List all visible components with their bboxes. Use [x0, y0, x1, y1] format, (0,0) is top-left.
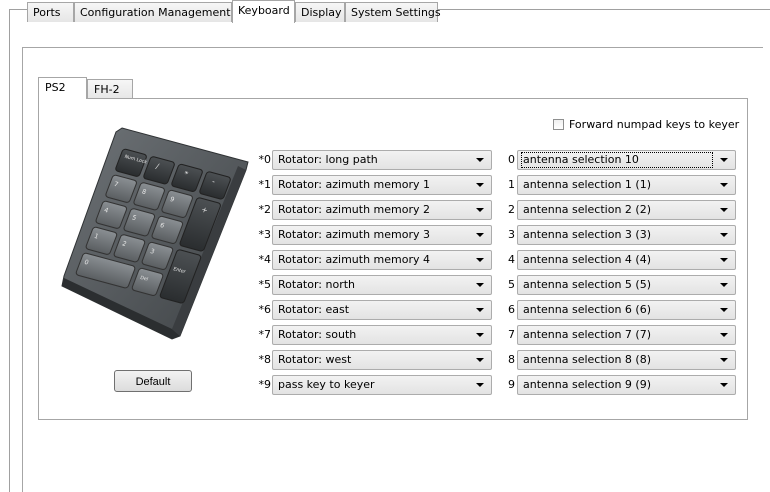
numeric-keypad-image: Num Lock / * - 7 8 9 + 4 5 6 1 2 3 Enter…: [61, 127, 249, 340]
tab-fh2[interactable]: FH-2: [87, 79, 133, 99]
right-key-mapping-label: 3: [508, 228, 515, 241]
left-key-mapping-dropdown-value: Rotator: azimuth memory 4: [278, 253, 431, 266]
left-key-mapping-label: *5: [258, 278, 272, 291]
left-key-mapping-dropdown[interactable]: Rotator: west: [272, 350, 492, 370]
right-key-mapping-label: 2: [508, 203, 515, 216]
right-key-mapping-dropdown-value: antenna selection 7 (7): [523, 328, 651, 341]
left-key-mapping-label: *8: [258, 353, 272, 366]
right-key-mapping-dropdown-value: antenna selection 3 (3): [523, 228, 651, 241]
chevron-down-icon: [720, 258, 728, 262]
chevron-down-icon: [720, 158, 728, 162]
left-key-mapping-dropdown[interactable]: Rotator: azimuth memory 4: [272, 250, 492, 270]
right-key-mapping-dropdown[interactable]: antenna selection 9 (9): [517, 375, 736, 395]
left-key-mapping-dropdown[interactable]: Rotator: south: [272, 325, 492, 345]
chevron-down-icon: [720, 333, 728, 337]
right-key-mapping-label: 9: [508, 378, 515, 391]
tab-ports[interactable]: Ports: [27, 2, 74, 22]
right-key-mapping-label: 0: [508, 153, 515, 166]
left-key-mapping-label: *2: [258, 203, 272, 216]
right-key-mapping-dropdown[interactable]: antenna selection 8 (8): [517, 350, 736, 370]
left-key-mapping-dropdown-value: Rotator: east: [278, 303, 350, 316]
left-key-mapping-label: *7: [258, 328, 272, 341]
left-key-mapping-dropdown[interactable]: Rotator: azimuth memory 3: [272, 225, 492, 245]
chevron-down-icon: [476, 283, 484, 287]
left-key-mapping-dropdown[interactable]: Rotator: azimuth memory 2: [272, 200, 492, 220]
right-key-mapping-dropdown-value: antenna selection 10: [521, 152, 713, 168]
right-key-mapping-dropdown-value: antenna selection 8 (8): [523, 353, 651, 366]
left-key-mapping-dropdown-value: Rotator: long path: [278, 153, 378, 166]
right-key-mapping-dropdown-value: antenna selection 6 (6): [523, 303, 651, 316]
tab-keyboard[interactable]: Keyboard: [232, 0, 295, 23]
chevron-down-icon: [476, 258, 484, 262]
left-key-mapping-label: *1: [258, 178, 272, 191]
tab-configuration-management[interactable]: Configuration Management: [74, 2, 232, 22]
right-key-mapping-label: 5: [508, 278, 515, 291]
left-key-mapping-label: *6: [258, 303, 272, 316]
chevron-down-icon: [720, 208, 728, 212]
left-key-mapping-dropdown-value: Rotator: south: [278, 328, 357, 341]
chevron-down-icon: [476, 333, 484, 337]
chevron-down-icon: [476, 233, 484, 237]
chevron-down-icon: [720, 308, 728, 312]
right-key-mapping-dropdown-value: antenna selection 9 (9): [523, 378, 651, 391]
chevron-down-icon: [720, 233, 728, 237]
right-key-mapping-dropdown[interactable]: antenna selection 2 (2): [517, 200, 736, 220]
tab-system-settings[interactable]: System Settings: [345, 2, 441, 22]
left-key-mapping-label: *3: [258, 228, 272, 241]
right-key-mapping-dropdown[interactable]: antenna selection 4 (4): [517, 250, 736, 270]
chevron-down-icon: [476, 383, 484, 387]
right-key-mapping-dropdown[interactable]: antenna selection 5 (5): [517, 275, 736, 295]
right-key-mapping-dropdown[interactable]: antenna selection 6 (6): [517, 300, 736, 320]
right-key-mapping-dropdown-value: antenna selection 4 (4): [523, 253, 651, 266]
left-key-mapping-dropdown-value: Rotator: azimuth memory 2: [278, 203, 431, 216]
left-key-mapping-dropdown-value: pass key to keyer: [278, 378, 375, 391]
left-key-mapping-dropdown[interactable]: Rotator: north: [272, 275, 492, 295]
left-key-mapping-dropdown-value: Rotator: west: [278, 353, 352, 366]
right-key-mapping-label: 6: [508, 303, 515, 316]
left-key-mapping-dropdown[interactable]: Rotator: long path: [272, 150, 492, 170]
chevron-down-icon: [476, 183, 484, 187]
right-key-mapping-label: 1: [508, 178, 515, 191]
left-key-mapping-label: *0: [258, 153, 272, 166]
chevron-down-icon: [720, 358, 728, 362]
left-key-mapping-label: *9: [258, 378, 272, 391]
forward-numpad-label: Forward numpad keys to keyer: [569, 118, 740, 131]
right-key-mapping-dropdown-value: antenna selection 1 (1): [523, 178, 651, 191]
chevron-down-icon: [476, 158, 484, 162]
right-key-mapping-label: 7: [508, 328, 515, 341]
left-key-mapping-dropdown-value: Rotator: north: [278, 278, 356, 291]
right-key-mapping-dropdown-value: antenna selection 5 (5): [523, 278, 651, 291]
left-key-mapping-dropdown-value: Rotator: azimuth memory 1: [278, 178, 431, 191]
right-key-mapping-label: 4: [508, 253, 515, 266]
left-key-mapping-dropdown[interactable]: Rotator: azimuth memory 1: [272, 175, 492, 195]
chevron-down-icon: [476, 358, 484, 362]
right-key-mapping-dropdown[interactable]: antenna selection 3 (3): [517, 225, 736, 245]
left-key-mapping-dropdown[interactable]: pass key to keyer: [272, 375, 492, 395]
chevron-down-icon: [720, 383, 728, 387]
right-key-mapping-dropdown[interactable]: antenna selection 1 (1): [517, 175, 736, 195]
right-key-mapping-dropdown[interactable]: antenna selection 10: [517, 150, 736, 170]
tab-display[interactable]: Display: [295, 2, 345, 22]
left-key-mapping-dropdown-value: Rotator: azimuth memory 3: [278, 228, 431, 241]
default-button[interactable]: Default: [114, 370, 192, 392]
right-key-mapping-dropdown-value: antenna selection 2 (2): [523, 203, 651, 216]
tab-ps2[interactable]: PS2: [38, 77, 87, 99]
left-key-mapping-label: *4: [258, 253, 272, 266]
right-key-mapping-dropdown[interactable]: antenna selection 7 (7): [517, 325, 736, 345]
chevron-down-icon: [720, 283, 728, 287]
right-key-mapping-label: 8: [508, 353, 515, 366]
chevron-down-icon: [720, 183, 728, 187]
chevron-down-icon: [476, 308, 484, 312]
left-key-mapping-dropdown[interactable]: Rotator: east: [272, 300, 492, 320]
forward-numpad-checkbox[interactable]: [553, 119, 564, 130]
chevron-down-icon: [476, 208, 484, 212]
